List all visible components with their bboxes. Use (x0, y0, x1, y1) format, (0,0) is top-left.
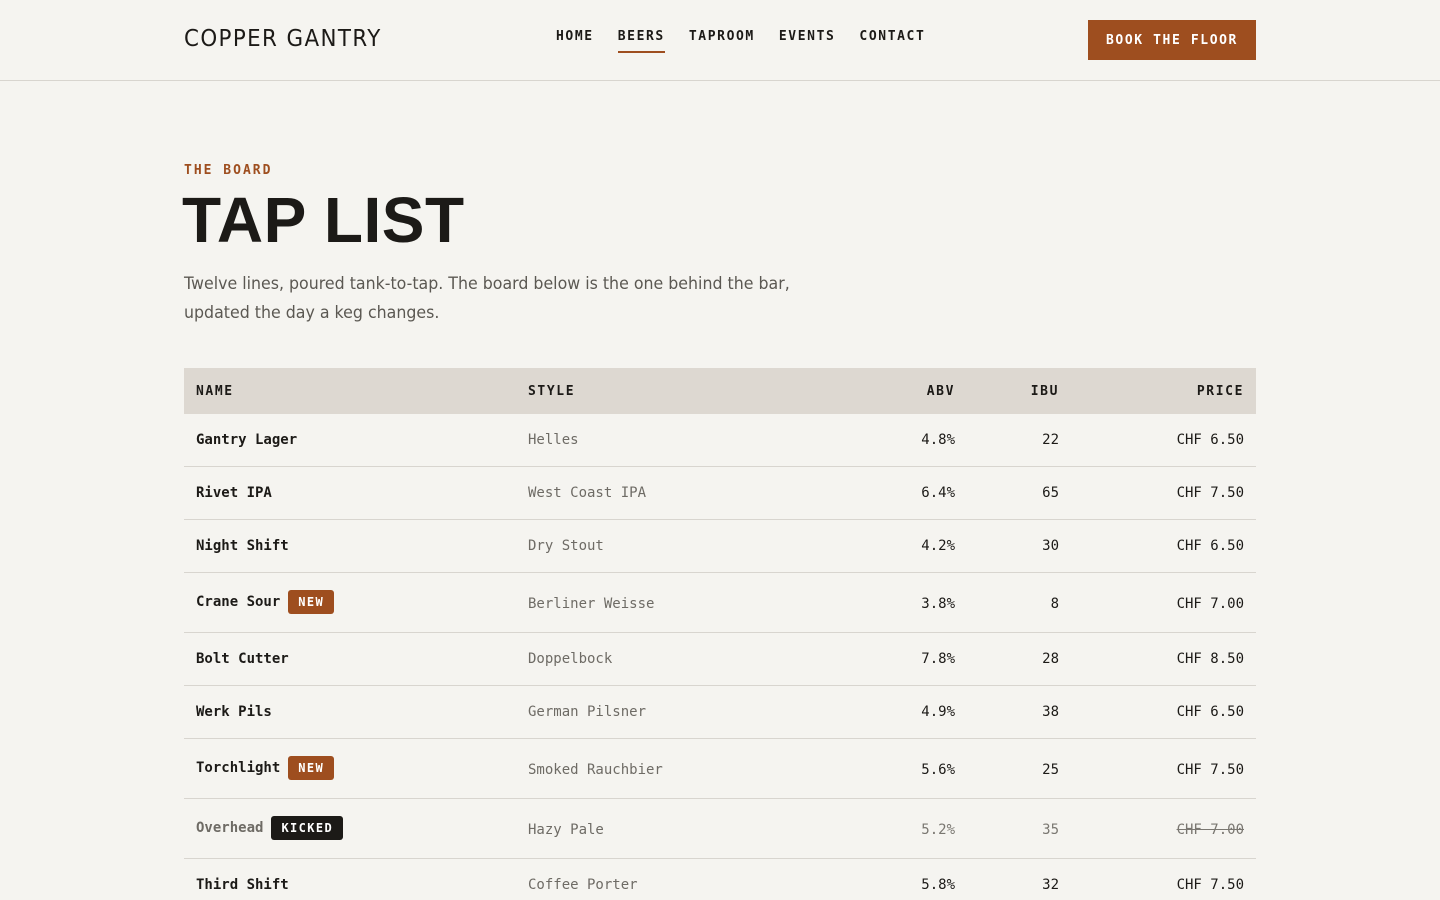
beer-name: Torchlight (196, 759, 281, 776)
beer-ibu: 28 (1042, 651, 1059, 667)
beer-abv: 4.2% (921, 538, 955, 554)
page-title: TAP LIST (182, 184, 465, 256)
nav-beers[interactable]: BEERS (617, 29, 666, 53)
beer-ibu: 8 (1050, 595, 1059, 612)
beer-abv: 4.8% (921, 432, 955, 448)
beer-name-cell: Overhead KICKED (184, 815, 528, 840)
nav-contact[interactable]: CONTACT (859, 29, 925, 53)
beer-name: Rivet IPA (196, 485, 272, 501)
site-header: COPPER GANTRY HOME BEERS TAPROOM EVENTS … (0, 0, 1440, 81)
section-eyebrow: THE BOARD (184, 163, 273, 178)
table-row: Werk Pils German Pilsner 4.9% 38 CHF 6.50 (184, 686, 1256, 739)
beer-name-cell: Gantry Lager (184, 432, 528, 448)
table-row: Third Shift Coffee Porter 5.8% 32 CHF 7.50 (184, 859, 1256, 900)
beer-style: Smoked Rauchbier (528, 761, 663, 778)
book-the-floor-button[interactable]: BOOK THE FLOOR (1088, 20, 1256, 60)
beer-style: Dry Stout (528, 538, 604, 554)
beer-name: Gantry Lager (196, 432, 298, 448)
beer-price: CHF 6.50 (1176, 538, 1244, 554)
new-badge: NEW (288, 589, 335, 614)
beer-abv: 7.8% (921, 651, 955, 667)
tap-list-table: NAME STYLE ABV IBU PRICE Gantry Lager Hel… (184, 368, 1256, 900)
beer-ibu: 38 (1042, 704, 1059, 720)
column-header-style: STYLE (528, 383, 576, 399)
beer-name: Bolt Cutter (196, 651, 289, 667)
column-header-abv: ABV (926, 383, 955, 399)
beer-price: CHF 6.50 (1176, 432, 1244, 448)
beer-ibu: 65 (1042, 485, 1059, 501)
table-row: Crane Sour NEW Berliner Weisse 3.8% 8 CHF 7.0… (184, 573, 1256, 633)
table-row: Overhead KICKED Hazy Pale 5.2% 35 CHF 7.00 (184, 799, 1256, 859)
site-logo[interactable]: COPPER GANTRY (184, 26, 382, 52)
nav-taproom[interactable]: TAPROOM (689, 29, 755, 53)
beer-price: CHF 6.50 (1176, 704, 1244, 720)
column-header-ibu: IBU (1030, 383, 1059, 399)
column-header-price: PRICE (1196, 383, 1244, 399)
beer-price: CHF 7.50 (1176, 877, 1244, 893)
beer-name: Night Shift (196, 538, 289, 554)
beer-style: Doppelbock (528, 651, 613, 667)
table-row: Torchlight NEW Smoked Rauchbier 5.6% 25 CHF 7… (184, 739, 1256, 799)
beer-name: Third Shift (196, 877, 289, 893)
nav-events[interactable]: EVENTS (779, 29, 836, 53)
beer-style: Coffee Porter (528, 877, 638, 893)
beer-name-cell: Third Shift (184, 877, 528, 893)
nav-home[interactable]: HOME (556, 29, 594, 53)
beer-name-cell: Rivet IPA (184, 485, 528, 501)
table-header-row: NAME STYLE ABV IBU PRICE (184, 368, 1256, 414)
beer-name: Overhead (196, 819, 264, 836)
beer-name: Crane Sour (196, 593, 281, 610)
column-header-name: NAME (196, 383, 234, 399)
beer-name-cell: Werk Pils (184, 704, 528, 720)
table-row: Rivet IPA West Coast IPA 6.4% 65 CHF 7.50 (184, 467, 1256, 520)
beer-abv: 3.8% (921, 595, 955, 612)
main-nav: HOME BEERS TAPROOM EVENTS CONTACT (556, 29, 949, 53)
beer-style: German Pilsner (528, 704, 647, 720)
beer-price: CHF 7.50 (1176, 485, 1244, 501)
beer-abv: 5.8% (921, 877, 955, 893)
beer-abv: 6.4% (921, 485, 955, 501)
beer-price: CHF 7.00 (1176, 821, 1244, 838)
beer-ibu: 35 (1042, 821, 1059, 838)
beer-ibu: 25 (1042, 761, 1059, 778)
beer-ibu: 30 (1042, 538, 1059, 554)
table-body: Gantry Lager Helles 4.8% 22 CHF 6.50 Rivet IP… (184, 414, 1256, 900)
table-row: Gantry Lager Helles 4.8% 22 CHF 6.50 (184, 414, 1256, 467)
beer-abv: 5.6% (921, 761, 955, 778)
table-row: Night Shift Dry Stout 4.2% 30 CHF 6.50 (184, 520, 1256, 573)
beer-price: CHF 8.50 (1176, 651, 1244, 667)
table-row: Bolt Cutter Doppelbock 7.8% 28 CHF 8.50 (184, 633, 1256, 686)
beer-name: Werk Pils (196, 704, 272, 720)
beer-name-cell: Bolt Cutter (184, 651, 528, 667)
new-badge: NEW (288, 755, 335, 780)
beer-ibu: 32 (1042, 877, 1059, 893)
beer-abv: 4.9% (921, 704, 955, 720)
beer-style: Berliner Weisse (528, 595, 655, 612)
beer-style: Helles (528, 432, 579, 448)
beer-style: Hazy Pale (528, 821, 604, 838)
kicked-badge: KICKED (271, 815, 344, 840)
beer-name-cell: Night Shift (184, 538, 528, 554)
beer-name-cell: Crane Sour NEW (184, 589, 528, 614)
beer-price: CHF 7.50 (1176, 761, 1244, 778)
beer-name-cell: Torchlight NEW (184, 755, 528, 780)
beer-style: West Coast IPA (528, 485, 647, 501)
beer-price: CHF 7.00 (1176, 595, 1244, 612)
beer-ibu: 22 (1042, 432, 1059, 448)
intro-text: Twelve lines, poured tank-to-tap. The bo… (184, 274, 790, 323)
beer-abv: 5.2% (921, 821, 955, 838)
